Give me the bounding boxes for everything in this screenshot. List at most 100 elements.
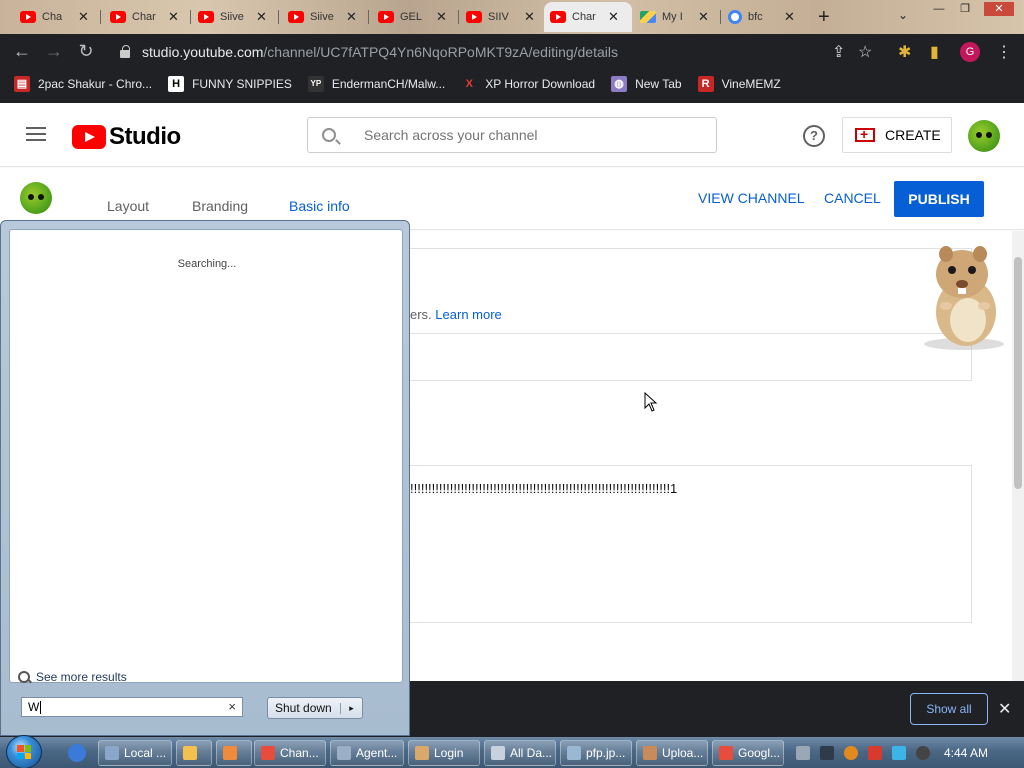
browser-tab[interactable]: My I ✕ bbox=[634, 2, 718, 32]
tab-layout[interactable]: Layout bbox=[107, 198, 149, 214]
url-field-card[interactable] bbox=[404, 333, 972, 381]
close-tab-icon[interactable]: ✕ bbox=[608, 9, 619, 25]
close-tab-icon[interactable]: ✕ bbox=[168, 9, 179, 25]
mouse-pointer-icon bbox=[644, 392, 658, 412]
taskbar-button[interactable]: Uploa... bbox=[636, 740, 708, 766]
help-icon[interactable]: ? bbox=[803, 125, 825, 147]
taskbar-clock[interactable]: 4:44 AM bbox=[944, 746, 988, 760]
back-button[interactable]: ← bbox=[10, 41, 34, 62]
bookmark-item[interactable]: X XP Horror Download bbox=[461, 76, 596, 92]
see-more-results-link[interactable]: See more results bbox=[18, 670, 127, 684]
browser-tab[interactable]: Char ✕ bbox=[544, 2, 632, 32]
handle-help-text: ers. Learn more bbox=[410, 307, 502, 322]
taskbar-button[interactable]: Local ... bbox=[98, 740, 172, 766]
bookmark-item[interactable]: YP EndermanCH/Malw... bbox=[307, 76, 446, 92]
shutdown-label[interactable]: Shut down bbox=[268, 701, 340, 715]
profile-avatar[interactable]: G bbox=[960, 42, 980, 62]
clear-search-icon[interactable]: × bbox=[228, 699, 236, 714]
browser-tab[interactable]: Siive ✕ bbox=[192, 2, 276, 32]
lock-icon bbox=[120, 45, 130, 58]
bookmark-item[interactable]: H FUNNY SNIPPIES bbox=[168, 76, 292, 92]
bookmark-item[interactable]: ◍ New Tab bbox=[611, 76, 682, 92]
taskbar-button[interactable]: Chan... bbox=[254, 740, 326, 766]
create-button[interactable]: CREATE bbox=[842, 117, 952, 153]
tab-separator bbox=[368, 10, 369, 24]
hamburger-menu-icon[interactable] bbox=[26, 127, 46, 141]
browser-tab[interactable]: GEL ✕ bbox=[372, 2, 456, 32]
account-avatar[interactable] bbox=[968, 120, 1000, 152]
minimize-icon[interactable]: — bbox=[928, 2, 950, 16]
start-button[interactable] bbox=[6, 735, 42, 768]
taskbar-button-label: Agent... bbox=[356, 746, 398, 760]
close-tab-icon[interactable]: ✕ bbox=[524, 9, 535, 25]
tab-basic-info[interactable]: Basic info bbox=[289, 198, 350, 214]
browser-tab[interactable]: Siive ✕ bbox=[282, 2, 366, 32]
tray-monitor-icon[interactable] bbox=[892, 746, 906, 760]
close-download-bar-icon[interactable]: ✕ bbox=[998, 699, 1011, 719]
tray-check-icon[interactable] bbox=[820, 746, 834, 760]
address-bar[interactable]: studio.youtube.com/channel/UC7fATPQ4Yn6N… bbox=[108, 38, 888, 66]
tray-app-icon[interactable] bbox=[796, 746, 810, 760]
browser-tab[interactable]: bfc ✕ bbox=[722, 2, 806, 32]
taskbar-button[interactable]: pfp.jp... bbox=[560, 740, 632, 766]
show-all-downloads-button[interactable]: Show all bbox=[910, 693, 988, 725]
tab-branding[interactable]: Branding bbox=[192, 198, 248, 214]
tray-volume-icon[interactable] bbox=[916, 746, 930, 760]
taskbar-button[interactable]: All Da... bbox=[484, 740, 556, 766]
taskbar-button[interactable] bbox=[216, 740, 252, 766]
tray-flag-icon[interactable] bbox=[868, 746, 882, 760]
close-tab-icon[interactable]: ✕ bbox=[346, 9, 357, 25]
taskbar-button-label: Login bbox=[434, 746, 464, 760]
youtube-favicon-icon bbox=[378, 11, 394, 23]
bookmark-item[interactable]: ▤ 2pac Shakur - Chro... bbox=[14, 76, 152, 92]
extensions-puzzle-icon[interactable]: ✱ bbox=[898, 42, 911, 62]
share-icon[interactable]: ⇪ bbox=[832, 42, 845, 62]
close-tab-icon[interactable]: ✕ bbox=[78, 9, 89, 25]
tab-title: GEL bbox=[400, 11, 423, 23]
learn-more-link[interactable]: Learn more bbox=[435, 307, 501, 322]
forward-button[interactable]: → bbox=[42, 41, 66, 62]
close-tab-icon[interactable]: ✕ bbox=[436, 9, 447, 25]
taskbar-button[interactable]: Login bbox=[408, 740, 480, 766]
bookmark-label: EndermanCH/Malw... bbox=[331, 77, 446, 91]
bookmark-star-icon[interactable]: ☆ bbox=[858, 42, 872, 62]
tab-title: Char bbox=[132, 11, 156, 23]
internet-explorer-icon[interactable] bbox=[68, 744, 86, 762]
h-icon: H bbox=[168, 76, 185, 92]
start-search-input[interactable]: W × bbox=[21, 697, 243, 717]
youtube-favicon-icon bbox=[466, 11, 482, 23]
close-tab-icon[interactable]: ✕ bbox=[698, 9, 709, 25]
taskbar-button[interactable]: Googl... bbox=[712, 740, 784, 766]
browser-tab[interactable]: SIIV ✕ bbox=[460, 2, 544, 32]
scrollbar-thumb[interactable] bbox=[1014, 257, 1022, 489]
reload-button[interactable]: ↻ bbox=[74, 41, 98, 62]
tab-search-chevron-icon[interactable]: ⌄ bbox=[898, 8, 908, 22]
browser-tab[interactable]: Cha ✕ bbox=[14, 2, 98, 32]
channel-search-input[interactable] bbox=[364, 127, 704, 143]
shutdown-options-arrow-icon[interactable]: ▸ bbox=[340, 702, 362, 714]
taskbar-app-icon bbox=[337, 746, 351, 760]
close-tab-icon[interactable]: ✕ bbox=[256, 9, 267, 25]
windows-taskbar: Local ... Chan... Agent... Login All Da... pf… bbox=[0, 735, 1024, 768]
chrome-menu-icon[interactable]: ⋮ bbox=[996, 42, 1012, 62]
channel-avatar[interactable] bbox=[20, 182, 52, 214]
channel-search-box[interactable] bbox=[307, 117, 717, 153]
side-panel-icon[interactable]: ▮ bbox=[930, 42, 939, 62]
view-channel-button[interactable]: VIEW CHANNEL bbox=[698, 190, 805, 206]
globe-icon: ◍ bbox=[611, 76, 628, 92]
publish-button[interactable]: PUBLISH bbox=[894, 181, 984, 217]
close-tab-icon[interactable]: ✕ bbox=[784, 9, 795, 25]
restore-icon[interactable]: ❐ bbox=[954, 2, 976, 16]
close-window-icon[interactable]: ✕ bbox=[984, 2, 1014, 16]
new-tab-button[interactable]: + bbox=[818, 6, 830, 29]
studio-logo[interactable]: Studio bbox=[72, 123, 181, 151]
shutdown-button[interactable]: Shut down ▸ bbox=[267, 697, 363, 719]
tray-search-icon[interactable] bbox=[844, 746, 858, 760]
taskbar-button[interactable] bbox=[176, 740, 212, 766]
cancel-button[interactable]: CANCEL bbox=[824, 190, 881, 206]
browser-tab[interactable]: Char ✕ bbox=[104, 2, 188, 32]
taskbar-button[interactable]: Agent... bbox=[330, 740, 404, 766]
tab-separator bbox=[458, 10, 459, 24]
page-scrollbar[interactable] bbox=[1012, 231, 1024, 681]
bookmark-item[interactable]: R VineMEMZ bbox=[697, 76, 781, 92]
